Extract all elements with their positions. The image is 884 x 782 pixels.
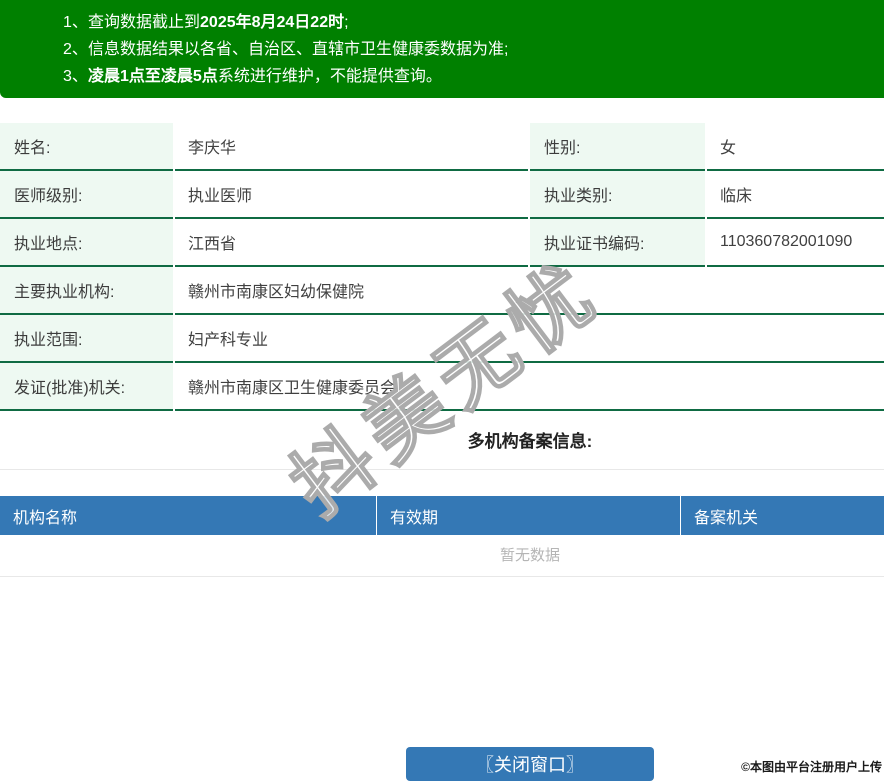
practice-location-value: 江西省 <box>175 219 528 267</box>
info-row-main-institution: 主要执业机构: 赣州市南康区妇幼保健院 <box>0 267 884 315</box>
practice-category-value: 临床 <box>707 171 884 219</box>
notice-text: ; <box>344 14 349 31</box>
filing-section-title: 多机构备案信息: <box>467 432 593 451</box>
doctor-level-label: 医师级别: <box>0 171 173 219</box>
practitioner-info-table: 姓名: 李庆华 性别: 女 医师级别: 执业医师 执业类别: 临床 执业地点: … <box>0 123 884 411</box>
issuing-authority-value: 赣州市南康区卫生健康委员会 <box>175 363 884 411</box>
notice-line-3: 3、凌晨1点至凌晨5点系统进行维护，不能提供查询。 <box>0 63 884 90</box>
notice-text: 系统进行维护，不能提供查询。 <box>217 68 442 85</box>
issuing-authority-label: 发证(批准)机关: <box>0 363 173 411</box>
main-institution-label: 主要执业机构: <box>0 267 173 315</box>
practice-location-label: 执业地点: <box>0 219 173 267</box>
column-institution-name: 机构名称 <box>13 509 78 527</box>
certificate-number-label: 执业证书编码: <box>530 219 705 267</box>
doctor-level-value: 执业医师 <box>175 171 528 219</box>
multi-institution-filing-table: 机构名称 有效期 备案机关 暂无数据 <box>0 496 884 577</box>
practice-category-label: 执业类别: <box>530 171 705 219</box>
practice-scope-value: 妇产科专业 <box>175 315 884 363</box>
upload-credit-watermark: ©本图由平台注册用户上传 <box>741 760 882 774</box>
info-row-location-certificate: 执业地点: 江西省 执业证书编码: 110360782001090 <box>0 219 884 267</box>
main-institution-value: 赣州市南康区妇幼保健院 <box>175 267 884 315</box>
empty-data-placeholder: 暂无数据 <box>0 535 884 577</box>
practice-scope-label: 执业范围: <box>0 315 173 363</box>
close-window-button[interactable]: 〖关闭窗口〗 <box>406 747 654 781</box>
filing-table-header: 机构名称 有效期 备案机关 <box>0 496 884 535</box>
page-content: 1、查询数据截止到2025年8月24日22时; 2、信息数据结果以各省、自治区、… <box>0 0 884 781</box>
notice-text: 查询数据截止到 <box>88 14 201 31</box>
name-value: 李庆华 <box>175 123 528 171</box>
info-row-issuing-authority: 发证(批准)机关: 赣州市南康区卫生健康委员会 <box>0 363 884 411</box>
notice-number: 1、 <box>63 14 88 31</box>
notice-text-bold: 2025年8月24日22时 <box>200 14 345 31</box>
column-valid-period: 有效期 <box>376 496 680 535</box>
gender-value: 女 <box>707 123 884 171</box>
notice-banner: 1、查询数据截止到2025年8月24日22时; 2、信息数据结果以各省、自治区、… <box>0 0 884 98</box>
gender-label: 性别: <box>530 123 705 171</box>
notice-text-bold: 凌晨1点至凌晨5点 <box>88 68 218 85</box>
column-filing-authority: 备案机关 <box>680 496 884 535</box>
notice-number: 3、 <box>63 68 88 85</box>
info-row-practice-scope: 执业范围: 妇产科专业 <box>0 315 884 363</box>
name-label: 姓名: <box>0 123 173 171</box>
notice-line-2: 2、信息数据结果以各省、自治区、直辖市卫生健康委数据为准; <box>0 36 884 63</box>
notice-line-1: 1、查询数据截止到2025年8月24日22时; <box>0 9 884 36</box>
section-divider <box>0 469 884 470</box>
info-row-name-gender: 姓名: 李庆华 性别: 女 <box>0 123 884 171</box>
notice-number: 2、 <box>63 41 88 58</box>
notice-text: 信息数据结果以各省、自治区、直辖市卫生健康委数据为准; <box>88 41 509 58</box>
certificate-number-value: 110360782001090 <box>707 219 884 267</box>
info-row-level-category: 医师级别: 执业医师 执业类别: 临床 <box>0 171 884 219</box>
